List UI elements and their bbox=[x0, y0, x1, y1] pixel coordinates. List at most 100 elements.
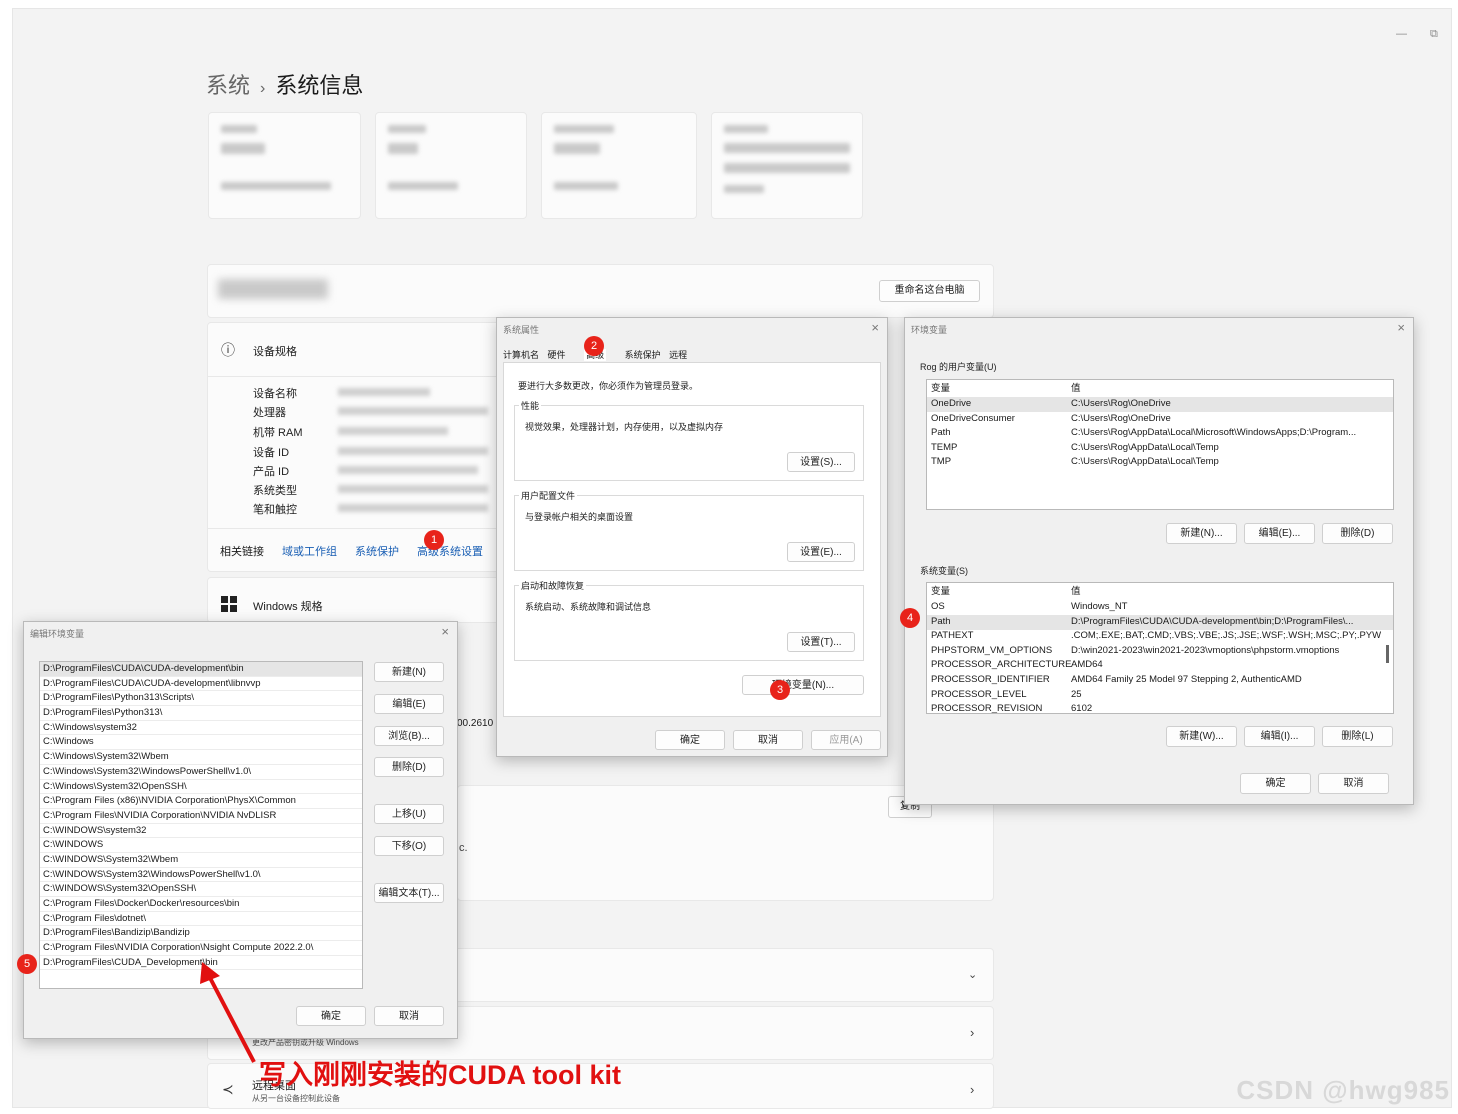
domain-workgroup-link[interactable]: 域或工作组 bbox=[282, 543, 337, 559]
summary-card bbox=[375, 112, 527, 219]
table-row[interactable]: PROCESSOR_IDENTIFIER AMD64 Family 25 Mode… bbox=[927, 673, 1393, 688]
annotation-note: 写入刚刚安装的CUDA tool kit bbox=[259, 1060, 621, 1090]
table-row[interactable]: Path C:\Users\Rog\AppData\Local\Microsoft… bbox=[927, 426, 1393, 441]
step-badge-4: 4 bbox=[900, 608, 920, 628]
move-down-button[interactable]: 下移(O) bbox=[374, 836, 444, 856]
table-row[interactable]: PROCESSOR_REVISION 6102 bbox=[927, 702, 1393, 713]
system-vars-table[interactable]: 变量值 OS Windows_NT Path D:\ProgramFiles\CUD… bbox=[926, 582, 1394, 714]
close-icon[interactable]: × bbox=[871, 320, 879, 335]
tab-computer-name[interactable]: 计算机名 bbox=[503, 350, 539, 360]
browse-button[interactable]: 浏览(B)... bbox=[374, 726, 444, 746]
spec-value-redacted bbox=[338, 485, 488, 493]
list-item[interactable]: C:\Program Files (x86)\NVIDIA Corporatio… bbox=[40, 794, 362, 809]
list-item[interactable]: C:\Windows\System32\WindowsPowerShell\v1… bbox=[40, 765, 362, 780]
user-vars-table[interactable]: 变量值 OneDrive C:\Users\Rog\OneDrive OneDri… bbox=[926, 379, 1394, 510]
startup-settings-button[interactable]: 设置(T)... bbox=[787, 632, 855, 652]
table-row[interactable]: PROCESSOR_LEVEL 25 bbox=[927, 688, 1393, 703]
tab-remote[interactable]: 远程 bbox=[669, 350, 687, 360]
list-item[interactable]: D:\ProgramFiles\CUDA\CUDA-development\bi… bbox=[40, 662, 362, 677]
list-item[interactable]: C:\Program Files\dotnet\ bbox=[40, 912, 362, 927]
dialog-title: 编辑环境变量 bbox=[30, 629, 85, 639]
spec-value-redacted bbox=[338, 388, 430, 396]
system-protection-link[interactable]: 系统保护 bbox=[355, 543, 399, 559]
breadcrumb-parent[interactable]: 系统 bbox=[206, 73, 250, 98]
system-delete-button[interactable]: 删除(L) bbox=[1322, 726, 1393, 747]
environment-variables-button[interactable]: 环境变量(N)... bbox=[742, 675, 864, 695]
user-new-button[interactable]: 新建(N)... bbox=[1166, 523, 1237, 544]
ok-button[interactable]: 确定 bbox=[296, 1006, 366, 1026]
spec-label: 处理器 bbox=[253, 407, 286, 419]
table-row[interactable]: TEMP C:\Users\Rog\AppData\Local\Temp bbox=[927, 441, 1393, 456]
list-item[interactable]: C:\Program Files\Docker\Docker\resources… bbox=[40, 897, 362, 912]
delete-button[interactable]: 删除(D) bbox=[374, 757, 444, 777]
new-button[interactable]: 新建(N) bbox=[374, 662, 444, 682]
table-row[interactable]: PATHEXT .COM;.EXE;.BAT;.CMD;.VBS;.VBE;.JS… bbox=[927, 629, 1393, 644]
scrollbar-thumb[interactable] bbox=[1386, 645, 1389, 663]
step-badge-5: 5 bbox=[17, 954, 37, 974]
group-label: 性能 bbox=[519, 399, 542, 412]
support-text-fragment: c. bbox=[459, 842, 468, 854]
close-icon[interactable]: × bbox=[441, 624, 449, 639]
restore-icon[interactable]: ⧉ bbox=[1430, 28, 1438, 41]
environment-variables-dialog: 环境变量 × Rog 的用户变量(U) 变量值 OneDrive C:\Users… bbox=[904, 317, 1414, 805]
list-item[interactable]: C:\WINDOWS bbox=[40, 838, 362, 853]
minimize-icon[interactable]: — bbox=[1396, 28, 1407, 40]
table-row[interactable]: PHPSTORM_VM_OPTIONS D:\win2021-2023\win20… bbox=[927, 644, 1393, 659]
spec-value-redacted bbox=[338, 466, 478, 474]
list-item[interactable]: C:\WINDOWS\system32 bbox=[40, 824, 362, 839]
spec-value-redacted bbox=[338, 407, 488, 415]
dialog-title: 系统属性 bbox=[503, 325, 540, 335]
table-row[interactable]: OneDriveConsumer C:\Users\Rog\OneDrive bbox=[927, 412, 1393, 427]
performance-desc: 视觉效果，处理器计划，内存使用，以及虚拟内存 bbox=[525, 422, 724, 432]
table-row[interactable]: OneDrive C:\Users\Rog\OneDrive bbox=[927, 397, 1393, 412]
list-item[interactable]: C:\Windows\system32 bbox=[40, 721, 362, 736]
performance-settings-button[interactable]: 设置(S)... bbox=[787, 452, 855, 472]
table-row[interactable]: OS Windows_NT bbox=[927, 600, 1393, 615]
spec-value-redacted bbox=[338, 504, 488, 512]
list-item[interactable]: C:\Program Files\NVIDIA Corporation\NVID… bbox=[40, 809, 362, 824]
edit-text-button[interactable]: 编辑文本(T)... bbox=[374, 883, 444, 903]
apply-button[interactable]: 应用(A) bbox=[811, 730, 881, 750]
table-row[interactable]: PROCESSOR_ARCHITECTURE AMD64 bbox=[927, 658, 1393, 673]
edit-button[interactable]: 编辑(E) bbox=[374, 694, 444, 714]
move-up-button[interactable]: 上移(U) bbox=[374, 804, 444, 824]
list-item[interactable]: D:\ProgramFiles\Bandizip\Bandizip bbox=[40, 926, 362, 942]
ok-button[interactable]: 确定 bbox=[1240, 773, 1311, 794]
table-header: 变量值 bbox=[931, 383, 1081, 394]
list-item[interactable]: C:\Windows\System32\Wbem bbox=[40, 750, 362, 765]
table-header: 变量值 bbox=[931, 586, 1081, 597]
list-item[interactable]: C:\Windows bbox=[40, 735, 362, 751]
list-item[interactable]: C:\Windows\System32\OpenSSH\ bbox=[40, 780, 362, 795]
chevron-down-icon[interactable]: ⌄ bbox=[968, 968, 977, 981]
system-new-button[interactable]: 新建(W)... bbox=[1166, 726, 1237, 747]
breadcrumb: 系统 › 系统信息 bbox=[206, 68, 363, 100]
close-icon[interactable]: × bbox=[1397, 320, 1405, 335]
ok-button[interactable]: 确定 bbox=[655, 730, 725, 750]
tab-system-protection[interactable]: 系统保护 bbox=[625, 350, 661, 360]
table-row[interactable]: TMP C:\Users\Rog\AppData\Local\Temp bbox=[927, 455, 1393, 470]
user-delete-button[interactable]: 删除(D) bbox=[1322, 523, 1393, 544]
cancel-button[interactable]: 取消 bbox=[733, 730, 803, 750]
step-badge-1: 1 bbox=[424, 530, 444, 550]
chevron-right-icon[interactable]: › bbox=[970, 1082, 974, 1097]
list-item[interactable]: C:\Program Files\NVIDIA Corporation\Nsig… bbox=[40, 941, 362, 956]
list-item[interactable]: C:\WINDOWS\System32\WindowsPowerShell\v1… bbox=[40, 868, 362, 883]
user-edit-button[interactable]: 编辑(E)... bbox=[1244, 523, 1315, 544]
system-properties-dialog: 系统属性 × 计算机名 硬件 高级 系统保护 远程 要进行大多数更改，你必须作为… bbox=[496, 317, 888, 757]
list-item[interactable]: C:\WINDOWS\System32\Wbem bbox=[40, 853, 362, 868]
system-edit-button[interactable]: 编辑(I)... bbox=[1244, 726, 1315, 747]
list-item[interactable]: D:\ProgramFiles\Python313\Scripts\ bbox=[40, 691, 362, 707]
profile-desc: 与登录帐户相关的桌面设置 bbox=[525, 512, 634, 522]
tab-hardware[interactable]: 硬件 bbox=[548, 350, 566, 360]
table-row[interactable]: Path D:\ProgramFiles\CUDA\CUDA-developmen… bbox=[927, 615, 1393, 630]
list-item[interactable]: D:\ProgramFiles\CUDA\CUDA-development\li… bbox=[40, 677, 362, 692]
path-entries-list[interactable]: D:\ProgramFiles\CUDA\CUDA-development\bi… bbox=[39, 661, 363, 989]
cancel-button[interactable]: 取消 bbox=[1318, 773, 1389, 794]
list-item[interactable]: C:\WINDOWS\System32\OpenSSH\ bbox=[40, 882, 362, 897]
cancel-button[interactable]: 取消 bbox=[374, 1006, 444, 1026]
rename-pc-button[interactable]: 重命名这台电脑 bbox=[879, 280, 980, 302]
remote-desktop-subtitle: 从另一台设备控制此设备 bbox=[252, 1094, 340, 1103]
list-item[interactable]: D:\ProgramFiles\Python313\ bbox=[40, 706, 362, 721]
chevron-right-icon[interactable]: › bbox=[970, 1025, 974, 1040]
profile-settings-button[interactable]: 设置(E)... bbox=[787, 542, 855, 562]
